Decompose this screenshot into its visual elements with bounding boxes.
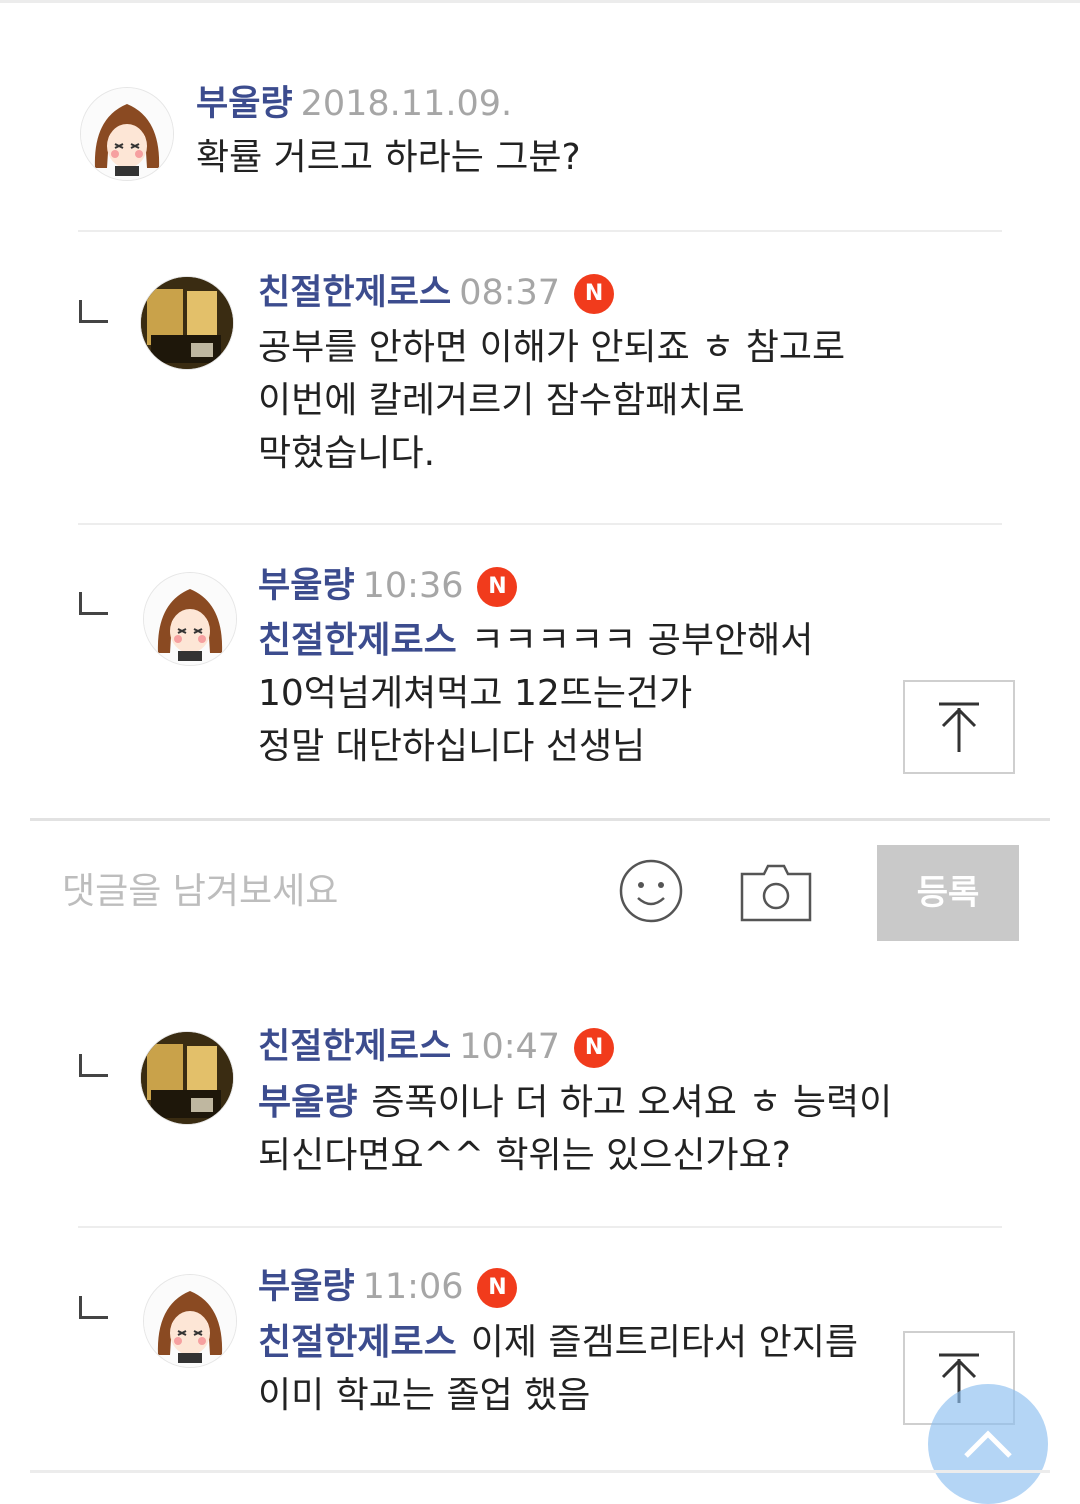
comment-body: 친절한제로스 이제 즐겜트리타서 안지름 이미 학교는 졸업 했음: [258, 1316, 858, 1422]
scroll-to-top-button[interactable]: [903, 680, 1015, 774]
comment-divider: [78, 230, 1002, 232]
reply-indicator-icon: [79, 1296, 108, 1319]
smiley-icon: [619, 859, 683, 923]
comment-line: 공부를 안하면 이해가 안되죠 ㅎ 참고로: [258, 327, 846, 368]
author-name[interactable]: 부울량: [196, 84, 293, 124]
mention-link[interactable]: 친절한제로스: [258, 620, 457, 661]
avatar-chinjeolhanjeroseu[interactable]: [140, 1031, 234, 1125]
comment-meta: 부울량 11:06 N: [258, 1265, 518, 1309]
comment-line: 정말 대단하십니다 선생님: [258, 726, 646, 767]
comment-line: 이번에 칼레거르기 잠수함패치로: [258, 380, 745, 421]
comment-line: 친절한제로스 이제 즐겜트리타서 안지름: [258, 1322, 858, 1363]
avatar-buulryang[interactable]: [143, 572, 237, 666]
arrow-up-to-top-icon: [939, 702, 979, 752]
reply-indicator-icon: [79, 300, 108, 323]
avatar-chinjeolhanjeroseu[interactable]: [140, 276, 234, 370]
comment-time: 08:37: [459, 273, 561, 313]
comment-time: 10:47: [459, 1027, 561, 1067]
comment-meta: 부울량 2018.11.09.: [196, 82, 512, 126]
comment-line: 이미 학교는 졸업 했음: [258, 1375, 591, 1416]
camera-icon: [740, 864, 812, 922]
avatar-buulryang[interactable]: [143, 1274, 237, 1368]
comment-divider: [78, 1226, 1002, 1228]
author-name[interactable]: 친절한제로스: [258, 1027, 451, 1067]
new-badge: N: [574, 1028, 615, 1068]
input-bar-border: [30, 818, 1050, 821]
comment-meta: 친절한제로스 10:47 N: [258, 1025, 615, 1069]
mention-link[interactable]: 부울량: [258, 1082, 357, 1123]
comment-body: 공부를 안하면 이해가 안되죠 ㅎ 참고로 이번에 칼레거르기 잠수함패치로 막…: [258, 321, 845, 480]
comment-body: 부울량 증폭이나 더 하고 오셔요 ㅎ 능력이 되신다면요^^ 학위는 있으신가요…: [258, 1076, 892, 1182]
scroll-up-floating-button[interactable]: [928, 1384, 1048, 1504]
comment-time: 2018.11.09.: [300, 84, 513, 124]
bottom-border: [30, 1470, 1050, 1473]
author-name[interactable]: 친절한제로스: [258, 273, 451, 313]
new-badge: N: [574, 274, 615, 314]
top-border: [0, 0, 1080, 3]
camera-button[interactable]: [738, 860, 814, 926]
comment-body: 확률 거르고 하라는 그분?: [196, 131, 581, 184]
comment-meta: 친절한제로스 08:37 N: [258, 271, 615, 315]
reply-indicator-icon: [79, 1054, 108, 1077]
comment-line: 막혔습니다.: [258, 433, 436, 474]
comment-meta: 부울량 10:36 N: [258, 564, 518, 608]
reply-indicator-icon: [79, 592, 108, 615]
comment-time: 11:06: [362, 1267, 464, 1307]
comment-line: 확률 거르고 하라는 그분?: [196, 137, 581, 178]
emoji-button[interactable]: [618, 858, 684, 924]
comment-body: 친절한제로스 ㅋㅋㅋㅋㅋ 공부안해서 10억넘게쳐먹고 12뜨는건가 정말 대단하…: [258, 614, 813, 773]
comment-line: 부울량 증폭이나 더 하고 오셔요 ㅎ 능력이: [258, 1082, 893, 1123]
comment-line: 10억넘게쳐먹고 12뜨는건가: [258, 673, 693, 714]
new-badge: N: [477, 1268, 518, 1308]
author-name[interactable]: 부울량: [258, 1267, 355, 1307]
comment-line: 친절한제로스 ㅋㅋㅋㅋㅋ 공부안해서: [258, 620, 814, 661]
avatar-buulryang[interactable]: [80, 87, 174, 181]
comment-input[interactable]: 댓글을 남겨보세요: [62, 864, 338, 920]
comment-line: 되신다면요^^ 학위는 있으신가요?: [258, 1135, 791, 1176]
author-name[interactable]: 부울량: [258, 566, 355, 606]
new-badge: N: [477, 567, 518, 607]
comment-divider: [78, 523, 1002, 525]
chevron-up-icon: [964, 1430, 1012, 1458]
comment-time: 10:36: [362, 566, 464, 606]
submit-button[interactable]: 등록: [877, 845, 1019, 941]
mention-link[interactable]: 친절한제로스: [258, 1322, 457, 1363]
